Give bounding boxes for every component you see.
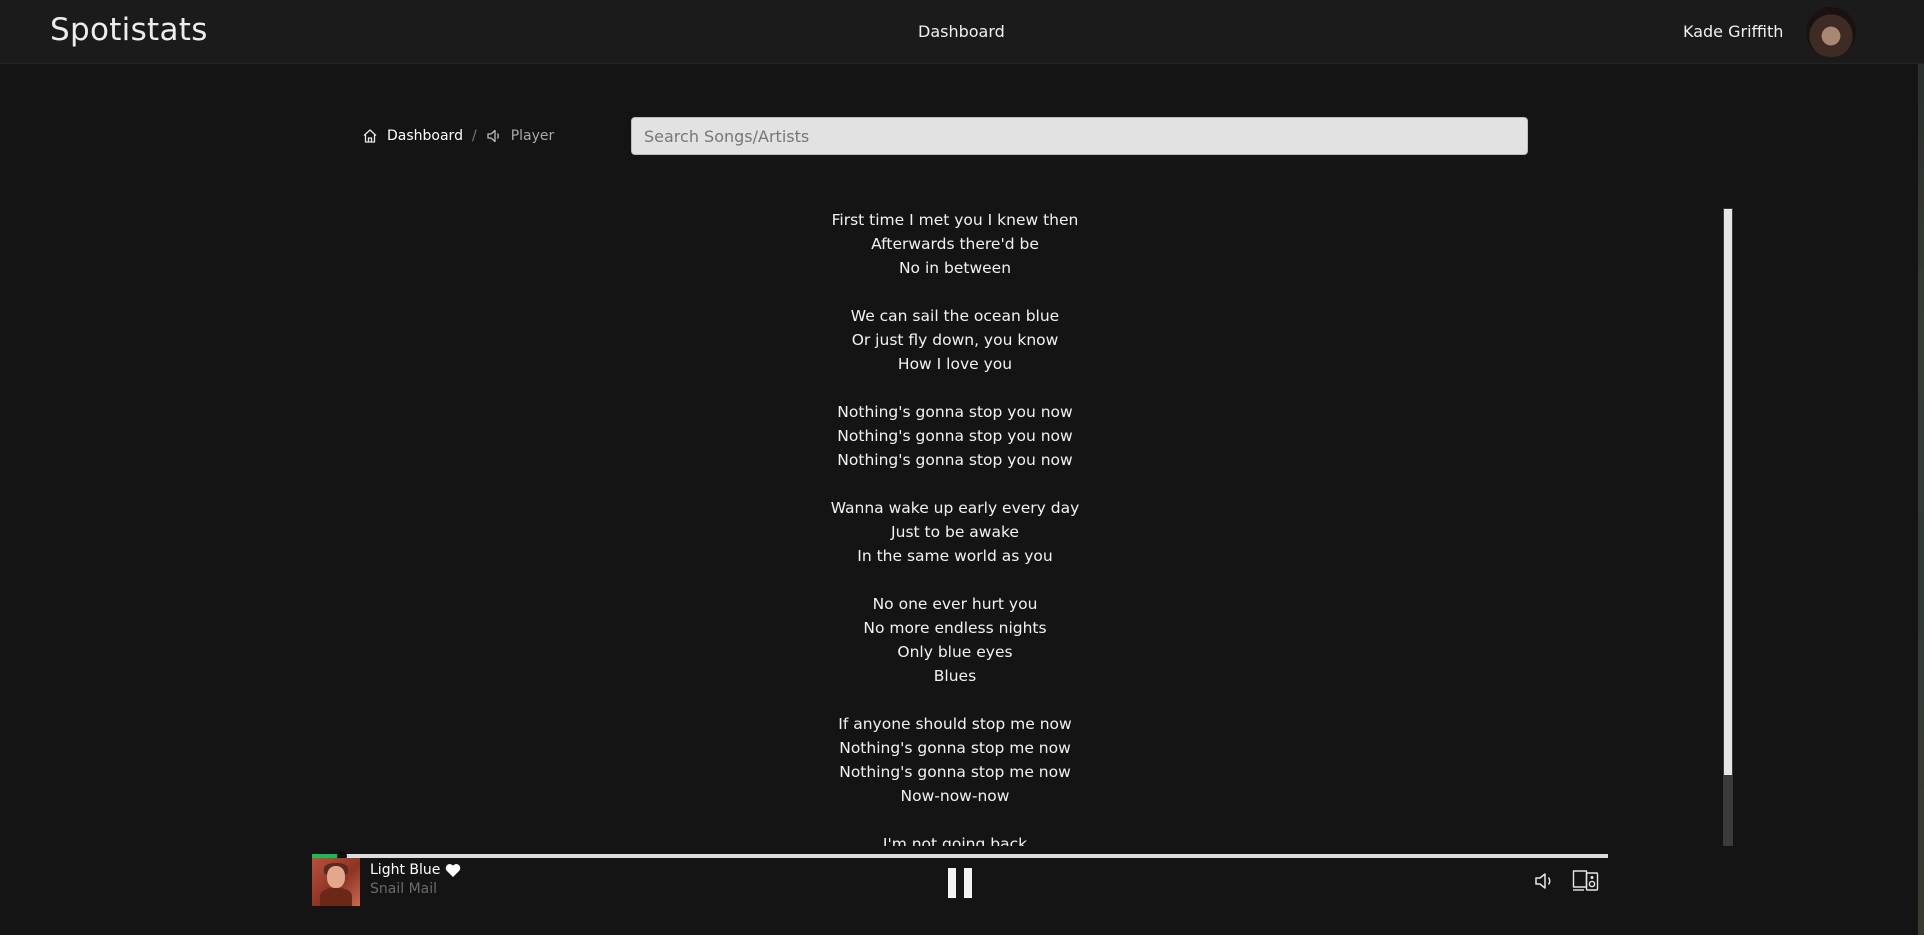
volume-icon[interactable] [1534,871,1556,891]
speaker-icon [486,128,502,144]
lyrics-scrollbar-thumb[interactable] [1724,209,1732,775]
lyric-line: If anyone should stop me now [838,715,1072,733]
lyric-line: I'm not going back [882,835,1028,846]
lyric-line: In the same world as you [857,547,1053,565]
lyric-line: Just to be awake [891,523,1019,541]
lyrics-panel[interactable]: First time I met you I knew then Afterwar… [700,208,1210,846]
search-input[interactable] [631,117,1528,155]
user-name[interactable]: Kade Griffith [1683,22,1783,41]
lyric-line: Only blue eyes [897,643,1013,661]
track-title-row: Light Blue [370,862,461,878]
lyric-line: Nothing's gonna stop you now [837,451,1073,469]
lyric-line: Nothing's gonna stop you now [837,427,1073,445]
top-navbar: Spotistats Dashboard Kade Griffith [0,0,1924,64]
lyric-line: Nothing's gonna stop me now [839,739,1071,757]
lyric-line: Nothing's gonna stop me now [839,763,1071,781]
devices-icon[interactable] [1572,869,1600,893]
lyric-line: We can sail the ocean blue [850,307,1060,325]
lyric-line: Blues [933,667,977,685]
nav-dashboard-link[interactable]: Dashboard [918,22,1005,41]
lyric-line: How I love you [897,355,1013,373]
lyric-spacer [700,808,1210,832]
lyric-line: Nothing's gonna stop you now [837,403,1073,421]
playback-progress-bar[interactable] [312,851,1608,861]
user-avatar[interactable] [1806,7,1856,57]
lyric-line: No more endless nights [863,619,1047,637]
track-artist[interactable]: Snail Mail [370,881,437,897]
lyric-spacer [700,376,1210,400]
breadcrumb-dashboard-link[interactable]: Dashboard [387,128,463,144]
pause-button[interactable] [946,868,974,898]
heart-icon[interactable] [445,863,461,878]
breadcrumb-player: Player [510,128,555,144]
lyric-spacer [700,472,1210,496]
breadcrumb-separator: / [471,128,477,144]
lyric-line: No one ever hurt you [872,595,1038,613]
page-edge-decoration [1918,64,1924,935]
lyric-line: Wanna wake up early every day [830,499,1080,517]
lyric-spacer [700,568,1210,592]
lyric-line: Or just fly down, you know [851,331,1059,349]
track-title[interactable]: Light Blue [370,862,440,878]
lyric-spacer [700,688,1210,712]
breadcrumb: Dashboard / Player [362,126,554,146]
brand-logo[interactable]: Spotistats [50,12,208,48]
home-icon [362,128,378,144]
lyric-line: Now-now-now [900,787,1010,805]
lyric-line: No in between [898,259,1012,277]
lyric-line: First time I met you I knew then [831,211,1079,229]
lyric-spacer [700,280,1210,304]
album-art[interactable] [312,858,360,906]
lyric-line: Afterwards there'd be [871,235,1039,253]
